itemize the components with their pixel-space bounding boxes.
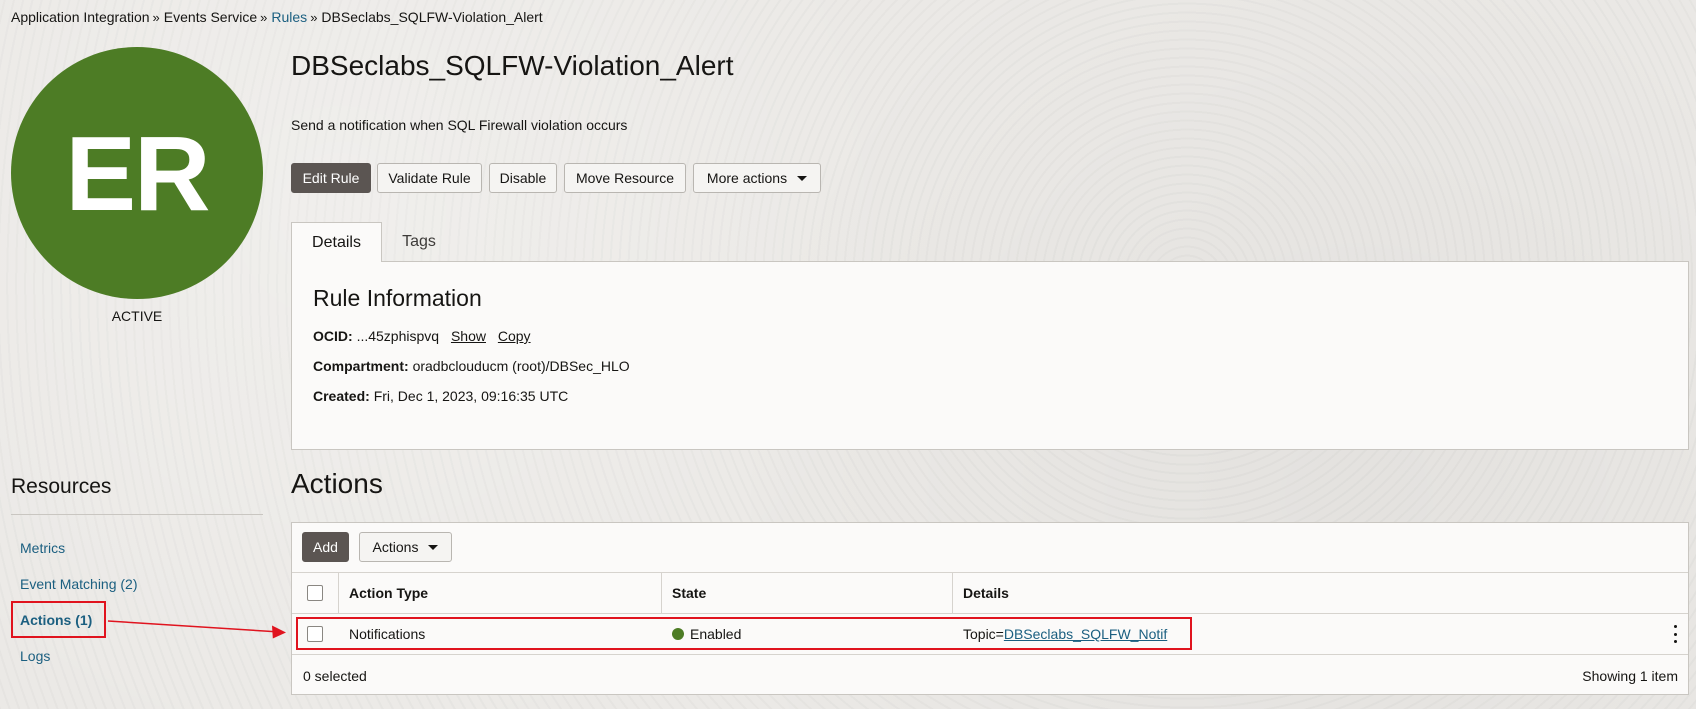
column-header-action-type[interactable]: Action Type bbox=[349, 573, 428, 613]
created-row: Created: Fri, Dec 1, 2023, 09:16:35 UTC bbox=[313, 388, 568, 404]
table-header: Action Type State Details bbox=[292, 572, 1688, 614]
edit-rule-button[interactable]: Edit Rule bbox=[291, 163, 371, 193]
compartment-value: oradbclouducm (root)/DBSec_HLO bbox=[412, 358, 630, 374]
disable-button[interactable]: Disable bbox=[489, 163, 557, 193]
caret-down-icon bbox=[797, 175, 808, 181]
showing-count: Showing 1 item bbox=[1582, 668, 1678, 684]
actions-section-title: Actions bbox=[291, 468, 383, 499]
tab-tags[interactable]: Tags bbox=[382, 222, 456, 262]
column-divider bbox=[661, 573, 662, 613]
ocid-value: ...45zphispvq bbox=[356, 328, 440, 344]
rule-information-title: Rule Information bbox=[313, 285, 482, 311]
row-actions-kebab-icon[interactable] bbox=[1674, 625, 1678, 643]
created-value: Fri, Dec 1, 2023, 09:16:35 UTC bbox=[373, 388, 569, 404]
more-actions-button[interactable]: More actions bbox=[693, 163, 821, 193]
selected-count: 0 selected bbox=[303, 668, 367, 684]
column-header-state[interactable]: State bbox=[672, 573, 706, 613]
ocid-row: OCID: ...45zphispvq Show Copy bbox=[313, 328, 531, 344]
column-header-details[interactable]: Details bbox=[963, 573, 1009, 613]
tab-details[interactable]: Details bbox=[291, 222, 382, 262]
page-title: DBSeclabs_SQLFW-Violation_Alert bbox=[291, 50, 734, 81]
add-action-button[interactable]: Add bbox=[302, 532, 349, 562]
caret-down-icon bbox=[428, 544, 439, 550]
ocid-show-link[interactable]: Show bbox=[451, 328, 486, 344]
column-divider bbox=[338, 573, 339, 613]
move-resource-button[interactable]: Move Resource bbox=[564, 163, 686, 193]
more-actions-label: More actions bbox=[706, 170, 788, 186]
annotation-highlight-action-row bbox=[296, 617, 1192, 650]
actions-dropdown-label: Actions bbox=[372, 539, 419, 555]
column-divider bbox=[952, 573, 953, 613]
ocid-copy-link[interactable]: Copy bbox=[498, 328, 531, 344]
actions-dropdown-button[interactable]: Actions bbox=[359, 532, 452, 562]
validate-rule-button[interactable]: Validate Rule bbox=[377, 163, 482, 193]
compartment-label: Compartment: bbox=[313, 358, 409, 374]
actions-table-panel: Add Actions Action Type State Details No… bbox=[291, 522, 1689, 695]
compartment-row: Compartment: oradbclouducm (root)/DBSec_… bbox=[313, 358, 630, 374]
created-label: Created: bbox=[313, 388, 370, 404]
rule-description: Send a notification when SQL Firewall vi… bbox=[291, 117, 628, 133]
select-all-checkbox[interactable] bbox=[307, 585, 323, 601]
details-panel: Rule Information OCID: ...45zphispvq Sho… bbox=[291, 261, 1689, 450]
ocid-label: OCID: bbox=[313, 328, 353, 344]
